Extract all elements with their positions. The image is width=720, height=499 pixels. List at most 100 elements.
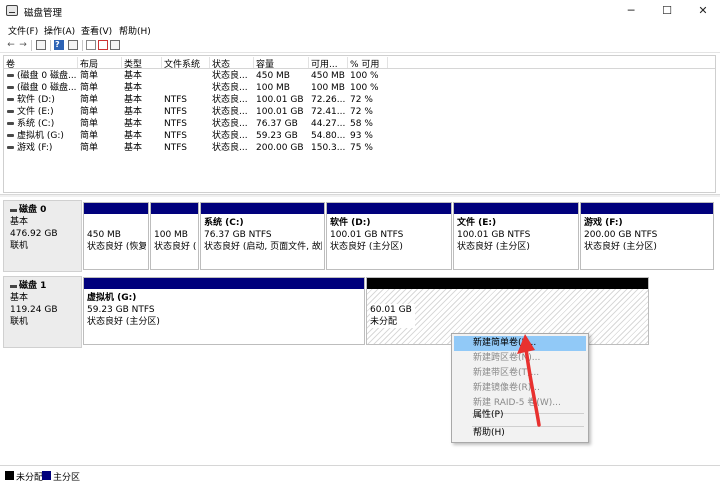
- console-tree-icon[interactable]: [36, 40, 46, 50]
- partition-name: 系统 (C:): [204, 218, 244, 228]
- partition-status: 状态良好 (主分区): [584, 242, 657, 252]
- table-cell: 72 %: [350, 95, 373, 105]
- column-header-free[interactable]: 可用...: [309, 57, 348, 70]
- partition-status: 状态良好 (EFI: [154, 242, 196, 252]
- partition-size: 100 MB: [154, 230, 188, 240]
- toolbar-separator: [31, 40, 32, 51]
- connect-disk-icon[interactable]: [86, 40, 96, 50]
- table-cell: 基本: [124, 95, 143, 105]
- column-header-type[interactable]: 类型: [122, 57, 162, 70]
- partition-status: 状态良好 (恢复分: [87, 242, 146, 252]
- partition-name: 虚拟机 (G:): [87, 293, 137, 303]
- table-cell: 简单: [80, 83, 99, 93]
- toolbar: ← → ?: [0, 38, 720, 53]
- primary-partition-band: [84, 203, 148, 214]
- menu-help[interactable]: 帮助(H): [119, 24, 151, 37]
- primary-partition-band: [201, 203, 324, 214]
- table-cell: 简单: [80, 95, 99, 105]
- table-cell: (磁盘 0 磁盘...: [17, 83, 77, 93]
- volume-icon: [7, 110, 14, 113]
- table-cell: 100.01 GB: [256, 95, 304, 105]
- partition-software-d[interactable]: 软件 (D:) 100.01 GB NTFS 状态良好 (主分区): [326, 202, 452, 270]
- window-title: 磁盘管理: [24, 8, 63, 19]
- check-icon[interactable]: [98, 40, 108, 50]
- table-cell: 软件 (D:): [17, 95, 55, 105]
- table-cell: 简单: [80, 119, 99, 129]
- table-row[interactable]: 虚拟机 (G:) 简单 基本 NTFS 状态良... 59.23 GB 54.80... 93…: [4, 130, 715, 142]
- table-row[interactable]: 软件 (D:) 简单 基本 NTFS 状态良... 100.01 GB 72.26... 72…: [4, 94, 715, 106]
- table-cell: 基本: [124, 71, 143, 81]
- column-header-layout[interactable]: 布局: [78, 57, 122, 70]
- table-cell: 100 %: [350, 71, 379, 81]
- primary-partition-band: [84, 278, 364, 289]
- maximize-button[interactable]: ☐: [650, 0, 684, 22]
- disk-1-size: 119.24 GB: [10, 305, 58, 315]
- properties-icon[interactable]: [68, 40, 78, 50]
- partition-games-f[interactable]: 游戏 (F:) 200.00 GB NTFS 状态良好 (主分区): [580, 202, 714, 270]
- column-header-volume[interactable]: 卷: [4, 57, 78, 70]
- table-cell: 72 %: [350, 107, 373, 117]
- unallocated-legend-label: 未分配: [16, 473, 44, 483]
- column-header-percent-free[interactable]: % 可用: [348, 57, 388, 70]
- primary-legend-label: 主分区: [53, 473, 81, 483]
- table-row[interactable]: 系统 (C:) 简单 基本 NTFS 状态良... 76.37 GB 44.27... 58 …: [4, 118, 715, 130]
- close-button[interactable]: ✕: [686, 0, 720, 22]
- table-row[interactable]: 游戏 (F:) 简单 基本 NTFS 状态良... 200.00 GB 150.3... 75…: [4, 142, 715, 154]
- table-cell: 基本: [124, 131, 143, 141]
- table-cell: NTFS: [164, 107, 187, 117]
- table-cell: NTFS: [164, 143, 187, 153]
- title-bar: 磁盘管理 ─ ☐ ✕: [0, 0, 720, 22]
- forward-arrow-icon[interactable]: →: [18, 40, 28, 51]
- table-cell: 58 %: [350, 119, 373, 129]
- disk-1-type: 基本: [10, 293, 29, 303]
- table-cell: 93 %: [350, 131, 373, 141]
- table-cell: 200.00 GB: [256, 143, 304, 153]
- table-cell: 100 %: [350, 83, 379, 93]
- minimize-button[interactable]: ─: [614, 0, 648, 22]
- partition-system-c[interactable]: 系统 (C:) 76.37 GB NTFS 状态良好 (启动, 页面文件, 故障: [200, 202, 325, 270]
- column-header-filesystem[interactable]: 文件系统: [162, 57, 210, 70]
- table-cell: 状态良...: [212, 107, 248, 117]
- table-cell: 状态良...: [212, 83, 248, 93]
- table-cell: 文件 (E:): [17, 107, 54, 117]
- column-header-capacity[interactable]: 容量: [254, 57, 309, 70]
- help-icon[interactable]: ?: [54, 40, 64, 50]
- volume-icon: [7, 86, 14, 89]
- table-cell: 状态良...: [212, 119, 248, 129]
- disk-1-label[interactable]: 磁盘 1 基本 119.24 GB 联机: [3, 276, 82, 348]
- disk-0-status: 联机: [10, 241, 29, 251]
- back-arrow-icon[interactable]: ←: [6, 40, 16, 51]
- table-row[interactable]: (磁盘 0 磁盘... 简单 基本 状态良... 100 MB 100 MB 100 %: [4, 82, 715, 94]
- table-cell: 100.01 GB: [256, 107, 304, 117]
- table-row[interactable]: (磁盘 0 磁盘... 简单 基本 状态良... 450 MB 450 MB 100 %: [4, 70, 715, 82]
- menu-action[interactable]: 操作(A): [44, 24, 75, 37]
- menu-view[interactable]: 查看(V): [81, 24, 112, 37]
- table-row[interactable]: 文件 (E:) 简单 基本 NTFS 状态良... 100.01 GB 72.41... 72…: [4, 106, 715, 118]
- partition-name: 软件 (D:): [330, 218, 371, 228]
- volume-list: 卷 布局 类型 文件系统 状态 容量 可用... % 可用 (磁盘 0 磁盘..…: [3, 55, 716, 193]
- unallocated-legend-swatch: [5, 471, 14, 480]
- red-annotation-arrow-icon: [517, 334, 541, 427]
- table-cell: 100 MB: [311, 83, 345, 93]
- settings-icon[interactable]: [110, 40, 120, 50]
- column-header-status[interactable]: 状态: [210, 57, 254, 70]
- partition-files-e[interactable]: 文件 (E:) 100.01 GB NTFS 状态良好 (主分区): [453, 202, 579, 270]
- menu-file[interactable]: 文件(F): [8, 24, 38, 37]
- partition-disk0-efi[interactable]: 100 MB 状态良好 (EFI: [150, 202, 199, 270]
- table-cell: 100 MB: [256, 83, 290, 93]
- table-cell: NTFS: [164, 95, 187, 105]
- partition-status: 状态良好 (主分区): [87, 317, 160, 327]
- partition-disk0-recovery[interactable]: 450 MB 状态良好 (恢复分: [83, 202, 149, 270]
- partition-name: 游戏 (F:): [584, 218, 623, 228]
- disk-0-label[interactable]: 磁盘 0 基本 476.92 GB 联机: [3, 200, 82, 272]
- disk-1-name: 磁盘 1: [10, 280, 81, 292]
- table-cell: 基本: [124, 83, 143, 93]
- table-cell: 基本: [124, 143, 143, 153]
- table-cell: 450 MB: [256, 71, 290, 81]
- partition-vm-g[interactable]: 虚拟机 (G:) 59.23 GB NTFS 状态良好 (主分区): [83, 277, 365, 345]
- volume-icon: [7, 134, 14, 137]
- table-cell: 虚拟机 (G:): [17, 131, 64, 141]
- table-cell: NTFS: [164, 131, 187, 141]
- partition-size: 76.37 GB NTFS: [204, 230, 272, 240]
- table-cell: 59.23 GB: [256, 131, 298, 141]
